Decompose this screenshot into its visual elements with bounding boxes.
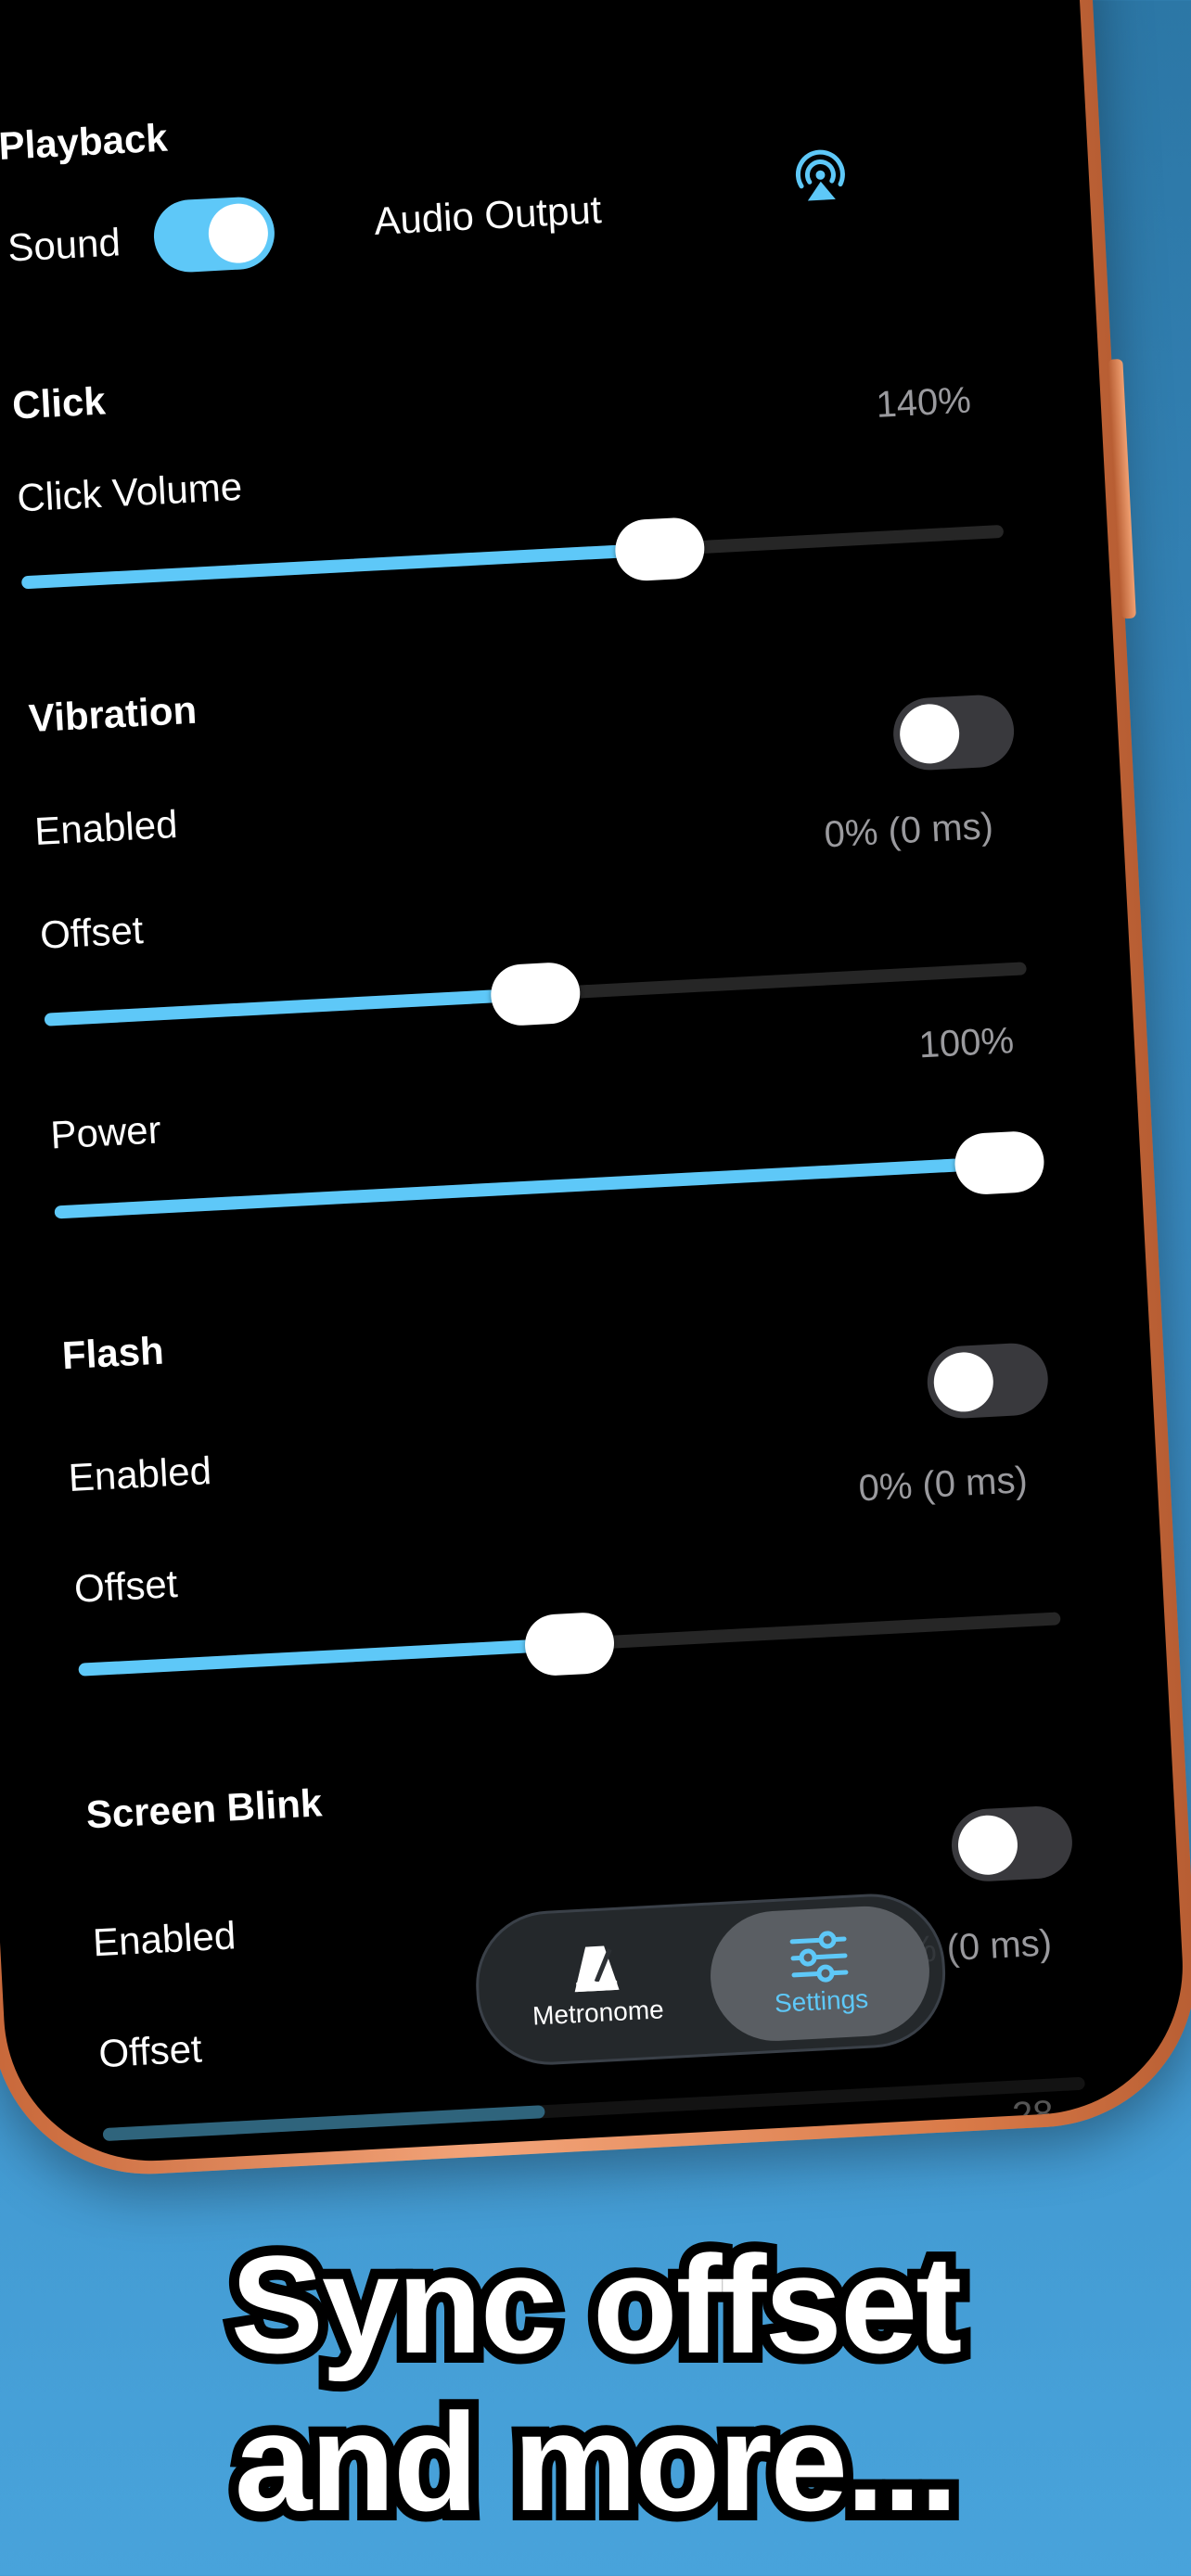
slider-fill xyxy=(78,1638,570,1677)
metronome-icon xyxy=(567,1940,625,1998)
toggle-knob xyxy=(207,202,270,265)
click-volume-value: 140% xyxy=(875,379,972,426)
toggle-knob xyxy=(956,1814,1019,1877)
click-volume-label: Click Volume xyxy=(16,464,244,520)
slider-thumb[interactable] xyxy=(489,961,582,1027)
vibration-enabled-toggle[interactable] xyxy=(891,693,1017,772)
slider-fill xyxy=(44,988,536,1027)
flash-enabled-label: Enabled xyxy=(67,1448,213,1500)
vibration-offset-slider[interactable] xyxy=(44,961,1027,1027)
section-heading-flash: Flash xyxy=(60,1328,165,1378)
vibration-enabled-label: Enabled xyxy=(33,801,179,853)
screen-blink-offset-label: Offset xyxy=(97,2026,203,2076)
slider-fill xyxy=(54,1154,1037,1219)
tab-bar: Metronome Settings xyxy=(472,1890,950,2069)
sliders-icon xyxy=(788,1928,851,1986)
vibration-power-label: Power xyxy=(49,1107,162,1157)
toggle-knob xyxy=(898,702,961,766)
section-heading-screen-blink: Screen Blink xyxy=(84,1780,324,1837)
section-heading-click: Click xyxy=(11,378,107,427)
flash-offset-slider[interactable] xyxy=(78,1611,1061,1677)
vibration-power-value: 100% xyxy=(917,1020,1016,1066)
toggle-knob xyxy=(932,1350,995,1414)
flash-enabled-toggle[interactable] xyxy=(925,1341,1050,1421)
caption-line-1: Sync offset xyxy=(221,2225,973,2384)
section-heading-playback: Playback xyxy=(0,115,169,169)
vibration-offset-label: Offset xyxy=(38,908,145,957)
click-volume-slider[interactable] xyxy=(20,516,1005,590)
audio-output-button[interactable]: Audio Output xyxy=(373,187,602,244)
slider-fill xyxy=(102,2105,545,2142)
airplay-icon[interactable] xyxy=(787,143,855,211)
slider-fill xyxy=(20,542,660,590)
sound-label: Sound xyxy=(6,220,122,270)
slider-thumb[interactable] xyxy=(953,1129,1046,1196)
screen-blink-enabled-toggle[interactable] xyxy=(949,1804,1074,1883)
tab-metronome-label: Metronome xyxy=(531,1995,665,2031)
tab-metronome[interactable]: Metronome xyxy=(487,1915,707,2056)
settings-screen: Playback Sound Audio Output Click Click … xyxy=(0,0,1190,2168)
caption-line-2: and more... xyxy=(224,2382,968,2542)
screen-blink-enabled-label: Enabled xyxy=(91,1913,237,1965)
slider-thumb[interactable] xyxy=(613,516,707,582)
vibration-power-slider[interactable] xyxy=(54,1129,1046,1219)
phone-mockup: Playback Sound Audio Output Click Click … xyxy=(0,0,1191,2253)
sound-toggle[interactable] xyxy=(151,195,276,274)
section-heading-vibration: Vibration xyxy=(27,687,198,741)
slider-thumb[interactable] xyxy=(523,1611,616,1677)
flash-offset-label: Offset xyxy=(72,1562,179,1611)
tab-settings[interactable]: Settings xyxy=(707,1903,933,2045)
flash-offset-value: 0% (0 ms) xyxy=(857,1460,1029,1510)
vibration-offset-value: 0% (0 ms) xyxy=(823,805,994,856)
phone-screen: Playback Sound Audio Output Click Click … xyxy=(0,0,1191,2169)
tab-settings-label: Settings xyxy=(774,1983,869,2018)
